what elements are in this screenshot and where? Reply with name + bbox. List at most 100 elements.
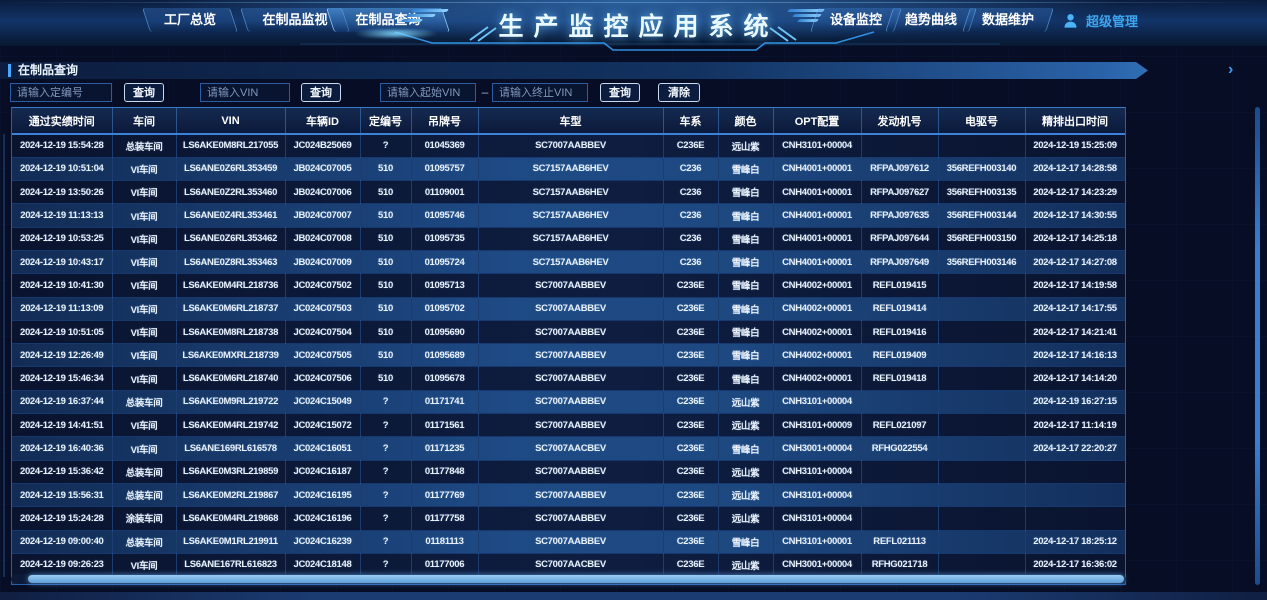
cell: 2024-12-19 11:13:13 — [12, 204, 112, 227]
cell: C236E — [663, 297, 718, 320]
cell: 01095690 — [411, 320, 478, 343]
table-row[interactable]: 2024-12-19 10:43:17VI车间LS6ANE0Z8RL353463… — [12, 250, 1125, 273]
cell: REFL019409 — [861, 344, 938, 367]
cell: RFPAJ097644 — [861, 227, 938, 250]
table-row[interactable]: 2024-12-19 11:13:09VI车间LS6AKE0M6RL218737… — [12, 297, 1125, 320]
cell: LS6ANE0Z6RL353462 — [176, 227, 285, 250]
cell: LS6ANE0Z4RL353461 — [176, 204, 285, 227]
cell: LS6AKE0M6RL218737 — [176, 297, 285, 320]
table-row[interactable]: 2024-12-19 10:53:25VI车间LS6ANE0Z6RL353462… — [12, 227, 1125, 250]
table-row[interactable]: 2024-12-19 10:51:05VI车间LS6AKE0M8RL218738… — [12, 320, 1125, 343]
cell: 01095713 — [411, 274, 478, 297]
cell: SC7007AABBEV — [478, 134, 663, 157]
table-row[interactable]: 2024-12-19 12:26:49VI车间LS6AKE0MXRL218739… — [12, 344, 1125, 367]
cell: 510 — [360, 320, 411, 343]
vin-end-input[interactable] — [492, 83, 588, 102]
cell: 雪峰白 — [718, 320, 773, 343]
cell — [938, 437, 1025, 460]
cell: C236E — [663, 507, 718, 530]
tab-label: 设备监控 — [830, 12, 882, 27]
cell: LS6ANE0Z8RL353463 — [176, 250, 285, 273]
cell: 2024-12-19 09:00:40 — [12, 530, 112, 553]
cell: LS6AKE0M2RL219867 — [176, 483, 285, 506]
cell — [938, 460, 1025, 483]
cell: ? — [360, 437, 411, 460]
cell: C236E — [663, 320, 718, 343]
cell — [938, 367, 1025, 390]
table-row[interactable]: 2024-12-19 16:40:36VI车间LS6ANE169RL616578… — [12, 437, 1125, 460]
cell: LS6ANE0Z6RL353459 — [176, 157, 285, 180]
cell: 远山紫 — [718, 134, 773, 157]
vin-input[interactable] — [200, 83, 290, 102]
cell: 2024-12-17 14:21:41 — [1025, 320, 1125, 343]
vertical-scrollbar[interactable] — [1255, 107, 1260, 585]
cell: 356REFH003140 — [938, 157, 1025, 180]
cell: LS6ANE0Z2RL353460 — [176, 181, 285, 204]
tab-trend-curve[interactable]: 趋势曲线 — [889, 8, 973, 32]
cell: RFHG022554 — [861, 437, 938, 460]
table-row[interactable]: 2024-12-19 15:24:28涂装车间LS6AKE0M4RL219868… — [12, 507, 1125, 530]
tab-data-maintenance[interactable]: 数据维护 — [966, 8, 1050, 32]
cell: 2024-12-19 15:25:09 — [1025, 134, 1125, 157]
query-vin-range-button[interactable]: 查询 — [600, 83, 640, 102]
cell: SC7157AAB6HEV — [478, 157, 663, 180]
tab-label: 工厂总览 — [164, 12, 216, 27]
cell — [938, 507, 1025, 530]
table-row[interactable]: 2024-12-19 10:41:30VI车间LS6AKE0M4RL218736… — [12, 274, 1125, 297]
table-row[interactable]: 2024-12-19 15:56:31总装车间LS6AKE0M2RL219867… — [12, 483, 1125, 506]
table-row[interactable]: 2024-12-19 16:37:44总装车间LS6AKE0M9RL219722… — [12, 390, 1125, 413]
cell: CNH4002+00001 — [773, 344, 861, 367]
cell: 2024-12-19 15:24:28 — [12, 507, 112, 530]
table-header-row: 通过实绩时间车间VIN车辆ID定编号吊牌号车型车系颜色OPT配置发动机号电驱号精… — [12, 108, 1125, 134]
cell: 01171741 — [411, 390, 478, 413]
cell: C236 — [663, 204, 718, 227]
cell: SC7157AAB6HEV — [478, 227, 663, 250]
column-header: 颜色 — [718, 108, 773, 134]
cell: 远山紫 — [718, 460, 773, 483]
cell: VI车间 — [112, 204, 176, 227]
cell: JC024C15072 — [285, 414, 360, 437]
cell — [1025, 460, 1125, 483]
range-separator: – — [479, 83, 491, 102]
tab-label: 数据维护 — [982, 12, 1034, 27]
cell: 远山紫 — [718, 414, 773, 437]
cell: VI车间 — [112, 320, 176, 343]
horizontal-scrollbar[interactable] — [28, 575, 1124, 583]
column-header: 车间 — [112, 108, 176, 134]
cell: 01177758 — [411, 507, 478, 530]
cell: JB024C07005 — [285, 157, 360, 180]
cell: SC7007AABBEV — [478, 344, 663, 367]
cell: SC7157AAB6HEV — [478, 204, 663, 227]
table-row[interactable]: 2024-12-19 15:46:34VI车间LS6AKE0M6RL218740… — [12, 367, 1125, 390]
cell: 雪峰白 — [718, 274, 773, 297]
cell: 356REFH003135 — [938, 181, 1025, 204]
cell: 2024-12-19 10:51:04 — [12, 157, 112, 180]
cell: 2024-12-19 15:36:42 — [12, 460, 112, 483]
dingbian-input[interactable] — [10, 83, 112, 102]
table-row[interactable]: 2024-12-19 11:13:13VI车间LS6ANE0Z4RL353461… — [12, 204, 1125, 227]
cell: 2024-12-17 22:20:27 — [1025, 437, 1125, 460]
section-title: 在制品查询 — [18, 62, 78, 79]
cell: REFL019414 — [861, 297, 938, 320]
table-row[interactable]: 2024-12-19 14:41:51VI车间LS6AKE0M4RL219742… — [12, 414, 1125, 437]
chevron-right-icon[interactable]: › — [1228, 60, 1233, 80]
table-row[interactable]: 2024-12-19 15:36:42总装车间LS6AKE0M3RL219859… — [12, 460, 1125, 483]
table-row[interactable]: 2024-12-19 15:54:28总装车间LS6AKE0M8RL217055… — [12, 134, 1125, 157]
cell: C236E — [663, 530, 718, 553]
cell: LS6AKE0M4RL219742 — [176, 414, 285, 437]
clear-button[interactable]: 清除 — [658, 83, 700, 102]
vin-start-input[interactable] — [380, 83, 476, 102]
cell: RFPAJ097627 — [861, 181, 938, 204]
query-dingbian-button[interactable]: 查询 — [124, 83, 164, 102]
cell: 2024-12-17 14:28:58 — [1025, 157, 1125, 180]
cell: SC7157AAB6HEV — [478, 181, 663, 204]
table-row[interactable]: 2024-12-19 10:51:04VI车间LS6ANE0Z6RL353459… — [12, 157, 1125, 180]
cell: SC7007AABBEV — [478, 297, 663, 320]
cell: LS6AKE0M1RL219911 — [176, 530, 285, 553]
query-vin-button[interactable]: 查询 — [301, 83, 341, 102]
table-row[interactable]: 2024-12-19 09:00:40总装车间LS6AKE0M1RL219911… — [12, 530, 1125, 553]
tab-factory-overview[interactable]: 工厂总览 — [146, 8, 234, 32]
user-account[interactable]: 超级管理 — [1062, 11, 1138, 30]
cell: 雪峰白 — [718, 157, 773, 180]
table-row[interactable]: 2024-12-19 13:50:26VI车间LS6ANE0Z2RL353460… — [12, 181, 1125, 204]
